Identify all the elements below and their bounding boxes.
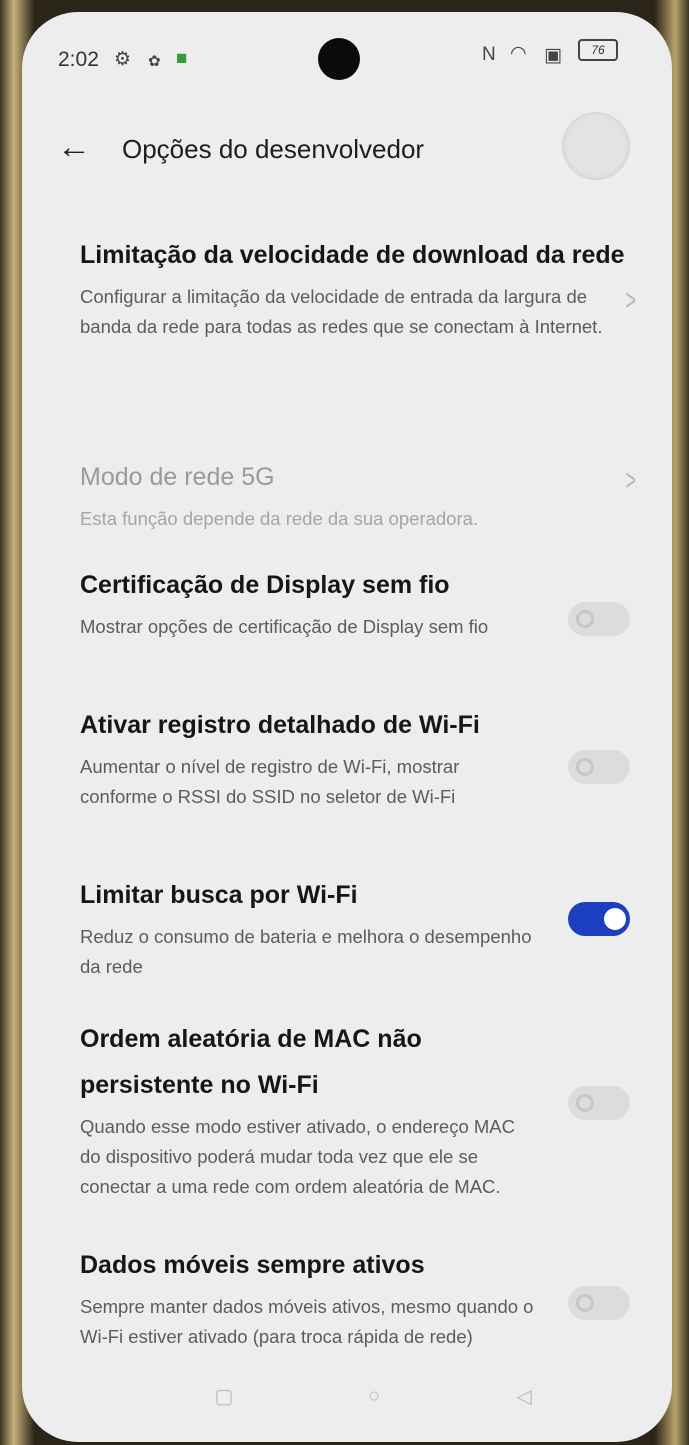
- chevron-right-icon: >: [625, 464, 637, 497]
- toggle-switch[interactable]: [568, 902, 630, 936]
- setting-description: Mostrar opções de certificação de Displa…: [80, 616, 489, 637]
- setting-title: Dados móveis sempre ativos: [80, 1251, 425, 1279]
- setting-title: Ativar registro detalhado de Wi-Fi: [80, 711, 480, 739]
- no-sim-icon: ▣: [544, 45, 562, 66]
- navigation-bar: ▢ ○ ◁: [22, 1382, 672, 1442]
- front-camera: [318, 38, 360, 80]
- toggle-knob: [576, 610, 594, 628]
- toggle-switch[interactable]: [568, 750, 630, 784]
- page-title: Opções do desenvolvedor: [122, 134, 425, 164]
- setting-title: Limitar busca por Wi-Fi: [80, 881, 358, 909]
- chevron-right-icon: >: [625, 284, 637, 317]
- setting-description: Esta função depende da rede da sua opera…: [80, 508, 479, 529]
- recents-button[interactable]: ▢: [202, 1374, 246, 1418]
- app-bar: ← Opções do desenvolvedor: [22, 102, 672, 202]
- toggle-knob: [576, 758, 594, 776]
- home-button[interactable]: ○: [352, 1374, 396, 1418]
- screen: 2:02 ⚙ ✿ ■ Ν ◠ ▣ 76 ← Opções do desenvol…: [22, 12, 672, 1442]
- floating-circle-button[interactable]: [562, 112, 630, 180]
- toggle-knob: [576, 1294, 594, 1312]
- setting-mobile-data-always-on[interactable]: Dados móveis sempre ativos Sempre manter…: [80, 1242, 640, 1352]
- settings-gear-icon: ⚙: [114, 49, 132, 70]
- setting-title: Modo de rede 5G: [80, 463, 275, 491]
- setting-description: Configurar a limitação da velocidade de …: [80, 286, 603, 337]
- bug-icon: ✿: [148, 53, 161, 70]
- setting-description: Reduz o consumo de bateria e melhora o d…: [80, 926, 532, 977]
- toggle-knob: [604, 908, 626, 930]
- setting-5g-network-mode: Modo de rede 5G Esta função depende da r…: [80, 454, 640, 534]
- back-arrow-icon[interactable]: ←: [50, 112, 98, 182]
- setting-title: Limitação da velocidade de download da r…: [80, 241, 625, 269]
- setting-description: Quando esse modo estiver ativado, o ende…: [80, 1116, 515, 1197]
- toggle-switch[interactable]: [568, 1286, 630, 1320]
- setting-network-download-limit[interactable]: Limitação da velocidade de download da r…: [80, 232, 640, 342]
- status-bar: 2:02 ⚙ ✿ ■ Ν ◠ ▣ 76: [22, 12, 672, 92]
- back-nav-button[interactable]: ◁: [502, 1374, 546, 1418]
- setting-description: Sempre manter dados móveis ativos, mesmo…: [80, 1296, 534, 1347]
- toggle-switch[interactable]: [568, 602, 630, 636]
- setting-wifi-scan-throttling[interactable]: Limitar busca por Wi-Fi Reduz o consumo …: [80, 872, 640, 982]
- nfc-icon: Ν: [482, 44, 496, 65]
- wifi-icon: ◠: [510, 43, 527, 64]
- android-app-icon: ■: [176, 48, 188, 69]
- setting-title: Ordem aleatória de MAC não persistente n…: [80, 1025, 422, 1099]
- setting-description: Aumentar o nível de registro de Wi-Fi, m…: [80, 756, 460, 807]
- toggle-knob: [576, 1094, 594, 1112]
- toggle-switch[interactable]: [568, 1086, 630, 1120]
- setting-wireless-display-certification[interactable]: Certificação de Display sem fio Mostrar …: [80, 562, 640, 642]
- phone-frame: 2:02 ⚙ ✿ ■ Ν ◠ ▣ 76 ← Opções do desenvol…: [0, 0, 689, 1445]
- setting-wifi-mac-randomization[interactable]: Ordem aleatória de MAC não persistente n…: [80, 1016, 640, 1202]
- setting-wifi-verbose-logging[interactable]: Ativar registro detalhado de Wi-Fi Aumen…: [80, 702, 640, 812]
- setting-title: Certificação de Display sem fio: [80, 571, 450, 599]
- battery-icon: 76: [578, 39, 618, 61]
- status-time: 2:02: [58, 48, 99, 71]
